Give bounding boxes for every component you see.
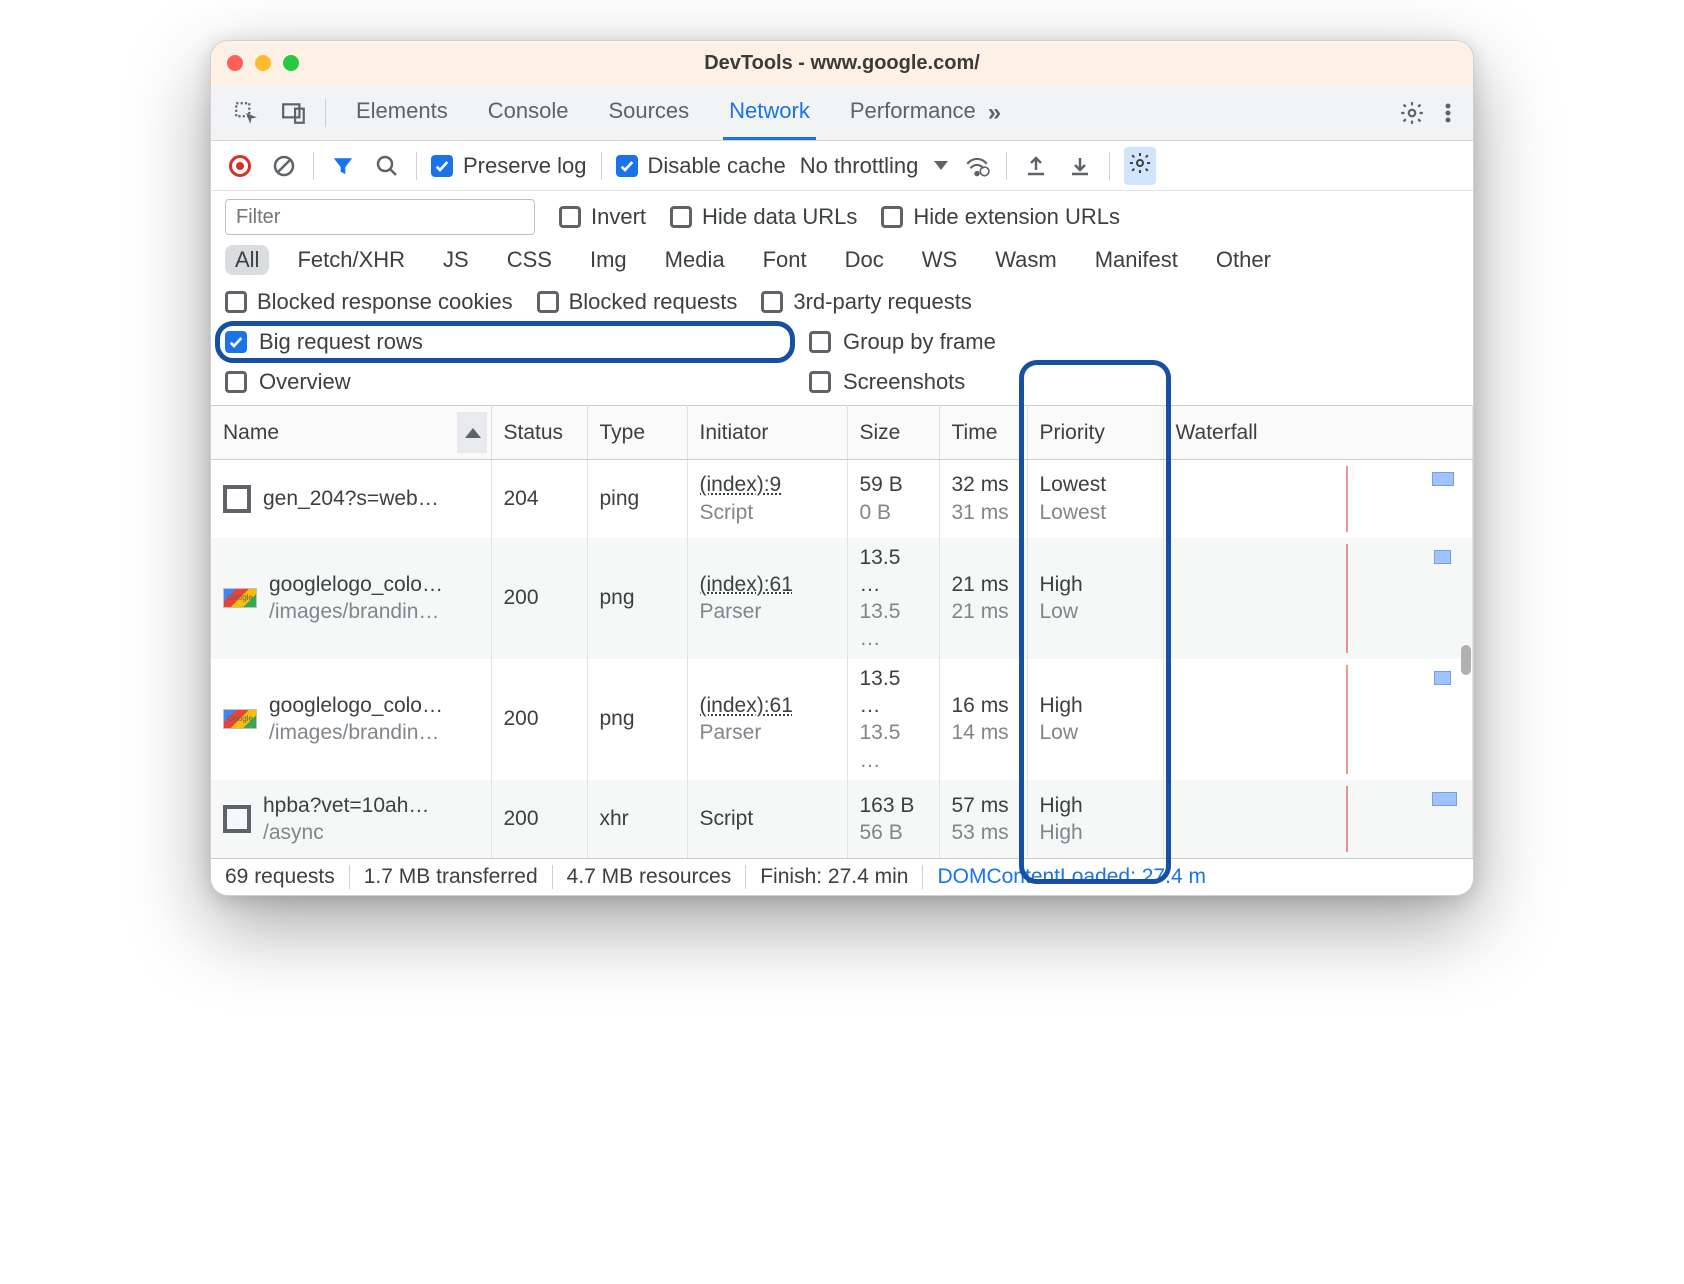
- type-filter-doc[interactable]: Doc: [835, 245, 894, 275]
- invert-checkbox[interactable]: Invert: [559, 204, 646, 230]
- blocked-cookies-checkbox[interactable]: Blocked response cookies: [225, 289, 513, 315]
- devtools-tabbar: Elements Console Sources Network Performance…: [211, 85, 1473, 141]
- status-finish: Finish: 27.4 min: [746, 865, 923, 889]
- sort-asc-icon: [465, 428, 481, 438]
- invert-label: Invert: [591, 204, 646, 230]
- request-name: gen_204?s=web…: [263, 485, 439, 512]
- column-header-type[interactable]: Type: [587, 406, 687, 460]
- hide-extension-urls-label: Hide extension URLs: [913, 204, 1120, 230]
- type-filter-fetchxhr[interactable]: Fetch/XHR: [287, 245, 415, 275]
- placeholder-resource-icon: [223, 485, 251, 513]
- overview-label: Overview: [259, 369, 351, 395]
- preserve-log-checkbox[interactable]: Preserve log: [431, 153, 587, 179]
- blocked-requests-label: Blocked requests: [569, 289, 738, 315]
- hide-extension-urls-checkbox[interactable]: Hide extension URLs: [881, 204, 1120, 230]
- column-header-name[interactable]: Name: [211, 406, 491, 460]
- filter-row: Invert Hide data URLs Hide extension URL…: [211, 191, 1473, 241]
- filter-input[interactable]: [225, 199, 535, 235]
- settings-gear-icon[interactable]: [1397, 98, 1427, 128]
- table-row[interactable]: Googlegooglelogo_colo…/images/brandin…20…: [211, 538, 1473, 659]
- status-requests: 69 requests: [225, 865, 350, 889]
- image-thumbnail-icon: Google: [223, 709, 257, 729]
- status-dcl: DOMContentLoaded: 27.4 m: [923, 865, 1206, 889]
- kebab-menu-icon[interactable]: [1433, 98, 1463, 128]
- filter-funnel-icon[interactable]: [328, 151, 358, 181]
- chevron-down-icon: [934, 161, 948, 170]
- table-row[interactable]: Googlegooglelogo_colo…/images/brandin…20…: [211, 659, 1473, 780]
- type-filter-ws[interactable]: WS: [912, 245, 967, 275]
- network-toolbar: Preserve log Disable cache No throttling: [211, 141, 1473, 191]
- network-settings-gear-icon[interactable]: [1124, 147, 1156, 185]
- preserve-log-label: Preserve log: [463, 153, 587, 179]
- type-filter-other[interactable]: Other: [1206, 245, 1281, 275]
- column-header-initiator[interactable]: Initiator: [687, 406, 847, 460]
- screenshots-checkbox[interactable]: Screenshots: [809, 369, 1369, 395]
- type-filter-img[interactable]: Img: [580, 245, 637, 275]
- tab-network[interactable]: Network: [723, 85, 816, 140]
- maximize-window-button[interactable]: [283, 55, 299, 71]
- big-request-rows-label: Big request rows: [259, 329, 423, 355]
- tab-elements[interactable]: Elements: [350, 85, 454, 140]
- request-path: /images/brandin…: [269, 719, 443, 746]
- window-title: DevTools - www.google.com/: [211, 52, 1473, 75]
- search-icon[interactable]: [372, 151, 402, 181]
- overview-checkbox[interactable]: Overview: [225, 369, 785, 395]
- device-toolbar-icon[interactable]: [279, 98, 309, 128]
- table-row[interactable]: gen_204?s=web…204ping(index):9Script59 B…: [211, 460, 1473, 538]
- vertical-scrollbar[interactable]: [1461, 645, 1471, 675]
- request-name: googlelogo_colo…: [269, 571, 443, 598]
- column-header-status[interactable]: Status: [491, 406, 587, 460]
- hide-data-urls-checkbox[interactable]: Hide data URLs: [670, 204, 857, 230]
- resource-type-filters: All Fetch/XHR JS CSS Img Media Font Doc WS Wasm Ma…: [211, 241, 1473, 285]
- tab-performance[interactable]: Performance: [844, 85, 982, 140]
- tab-sources[interactable]: Sources: [602, 85, 695, 140]
- column-header-size[interactable]: Size: [847, 406, 939, 460]
- type-filter-js[interactable]: JS: [433, 245, 479, 275]
- export-har-icon[interactable]: [1021, 151, 1051, 181]
- minimize-window-button[interactable]: [255, 55, 271, 71]
- import-har-icon[interactable]: [1065, 151, 1095, 181]
- status-bar: 69 requests 1.7 MB transferred 4.7 MB re…: [211, 858, 1473, 895]
- request-name: googlelogo_colo…: [269, 692, 443, 719]
- screenshots-label: Screenshots: [843, 369, 965, 395]
- throttling-dropdown[interactable]: No throttling: [800, 153, 949, 179]
- blocked-cookies-label: Blocked response cookies: [257, 289, 513, 315]
- record-button[interactable]: [225, 151, 255, 181]
- column-header-time[interactable]: Time: [939, 406, 1027, 460]
- group-by-frame-checkbox[interactable]: Group by frame: [809, 329, 1369, 355]
- disable-cache-label: Disable cache: [648, 153, 786, 179]
- column-header-priority[interactable]: Priority: [1027, 406, 1163, 460]
- big-request-rows-checkbox[interactable]: Big request rows: [225, 329, 785, 355]
- third-party-checkbox[interactable]: 3rd-party requests: [761, 289, 972, 315]
- status-resources: 4.7 MB resources: [553, 865, 747, 889]
- disable-cache-checkbox[interactable]: Disable cache: [616, 153, 786, 179]
- status-transferred: 1.7 MB transferred: [350, 865, 553, 889]
- more-tabs-chevron-icon[interactable]: »: [988, 99, 997, 127]
- network-request-table: Name Status Type Initiator Size Time Pri…: [211, 405, 1473, 858]
- third-party-label: 3rd-party requests: [793, 289, 972, 315]
- request-path: /async: [263, 819, 429, 846]
- type-filter-media[interactable]: Media: [655, 245, 735, 275]
- network-conditions-icon[interactable]: [962, 151, 992, 181]
- type-filter-font[interactable]: Font: [753, 245, 817, 275]
- type-filter-manifest[interactable]: Manifest: [1085, 245, 1188, 275]
- tab-console[interactable]: Console: [482, 85, 575, 140]
- placeholder-resource-icon: [223, 805, 251, 833]
- request-path: /images/brandin…: [269, 598, 443, 625]
- request-name: hpba?vet=10ah…: [263, 792, 429, 819]
- type-filter-all[interactable]: All: [225, 245, 269, 275]
- inspect-element-icon[interactable]: [231, 98, 261, 128]
- group-by-frame-label: Group by frame: [843, 329, 996, 355]
- blocked-requests-checkbox[interactable]: Blocked requests: [537, 289, 738, 315]
- clear-button[interactable]: [269, 151, 299, 181]
- close-window-button[interactable]: [227, 55, 243, 71]
- window-titlebar: DevTools - www.google.com/: [211, 41, 1473, 85]
- type-filter-css[interactable]: CSS: [497, 245, 562, 275]
- hide-data-urls-label: Hide data URLs: [702, 204, 857, 230]
- column-header-waterfall[interactable]: Waterfall: [1163, 406, 1473, 460]
- throttling-label: No throttling: [800, 153, 919, 179]
- type-filter-wasm[interactable]: Wasm: [985, 245, 1067, 275]
- image-thumbnail-icon: Google: [223, 588, 257, 608]
- table-row[interactable]: hpba?vet=10ah…/async200xhrScript163 B56 …: [211, 780, 1473, 858]
